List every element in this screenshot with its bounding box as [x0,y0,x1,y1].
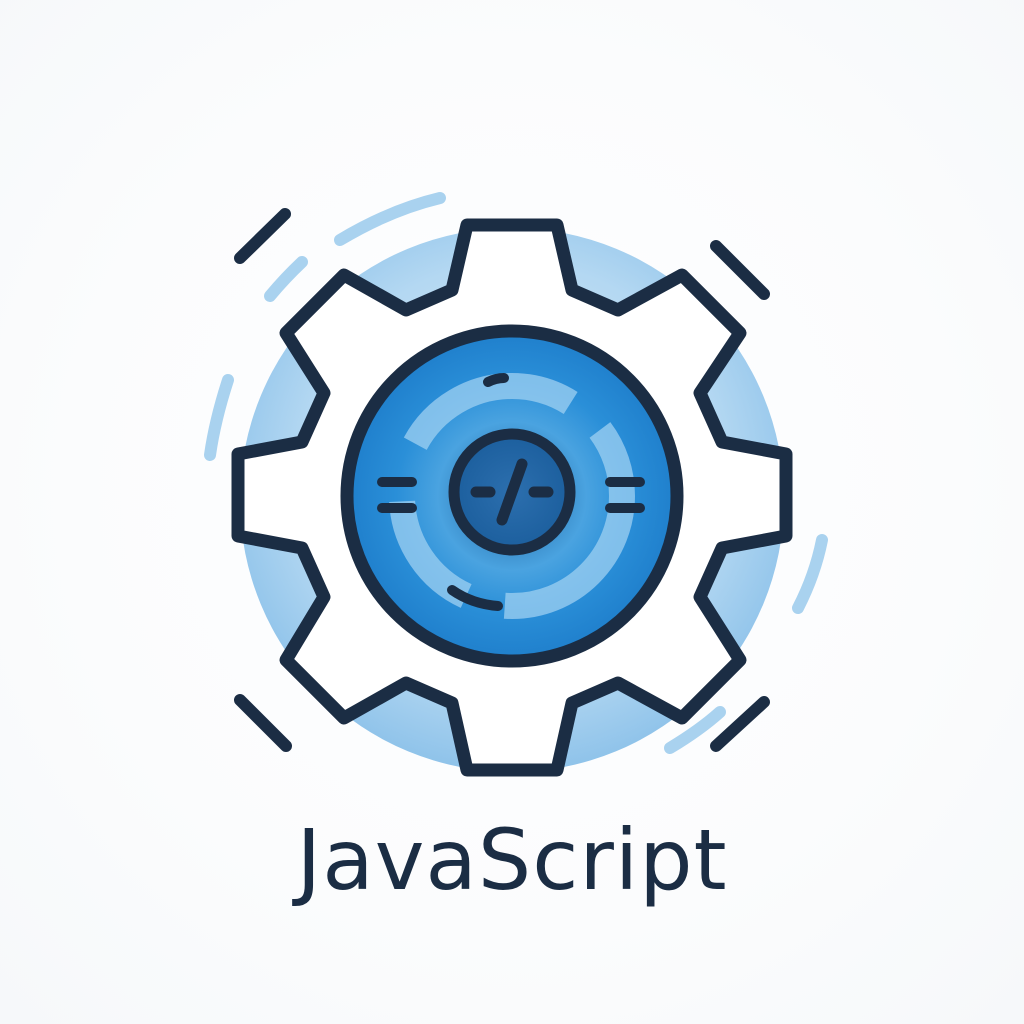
logo-canvas: JavaScript [0,0,1024,1024]
logo-title: JavaScript [296,811,728,909]
